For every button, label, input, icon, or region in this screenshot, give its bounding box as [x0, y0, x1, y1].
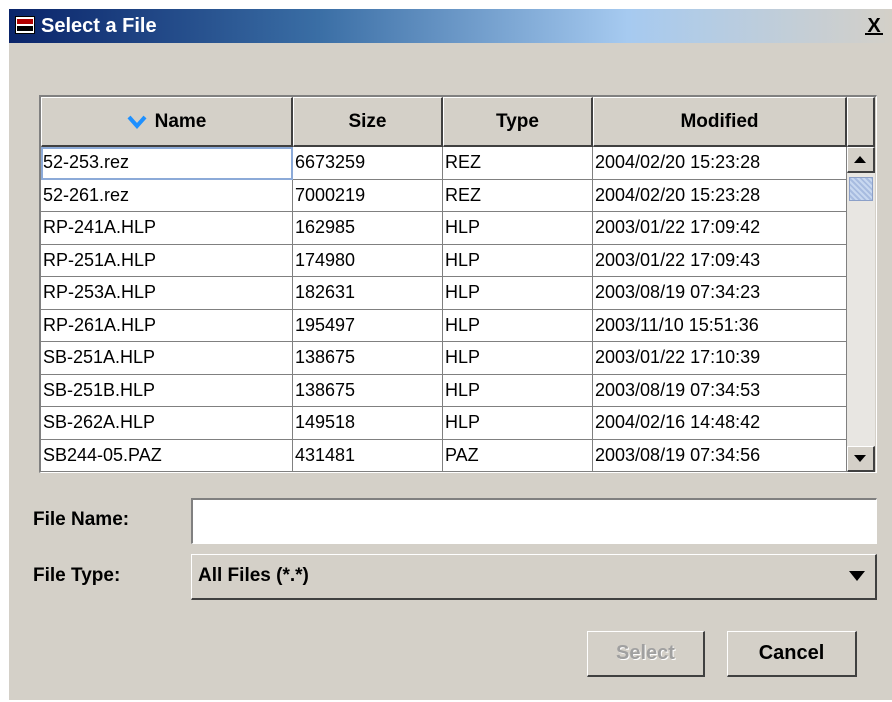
column-header-name[interactable]: Name [41, 97, 293, 147]
scroll-thumb[interactable] [849, 177, 873, 201]
cell-name: RP-253A.HLP [41, 277, 293, 310]
cell-modified: 2004/02/16 14:48:42 [593, 407, 847, 440]
window-title: Select a File [41, 15, 157, 37]
cell-modified: 2003/01/22 17:09:42 [593, 212, 847, 245]
table-row[interactable]: 52-261.rez 7000219 REZ 2004/02/20 15:23:28 [41, 179, 847, 212]
cell-type: HLP [443, 277, 593, 310]
vertical-scrollbar[interactable] [847, 147, 875, 472]
cell-type: HLP [443, 309, 593, 342]
cell-type: HLP [443, 244, 593, 277]
cell-type: PAZ [443, 439, 593, 472]
table-row[interactable]: SB244-05.PAZ 431481 PAZ 2003/08/19 07:34:56 [41, 439, 847, 472]
arrow-down-icon [854, 455, 866, 462]
table-row[interactable]: SB-262A.HLP 149518 HLP 2004/02/16 14:48:42 [41, 407, 847, 440]
cell-name: SB-251B.HLP [41, 374, 293, 407]
scroll-track[interactable] [847, 173, 875, 446]
file-list: 52-253.rez 6673259 REZ 2004/02/20 15:23:28 5… [41, 147, 847, 472]
cell-size: 6673259 [293, 147, 443, 180]
column-header-type[interactable]: Type [443, 97, 593, 147]
close-button[interactable]: X [861, 15, 887, 37]
cell-size: 431481 [293, 439, 443, 472]
cell-name: RP-241A.HLP [41, 212, 293, 245]
column-header-modified[interactable]: Modified [593, 97, 847, 147]
scroll-up-button[interactable] [847, 147, 875, 173]
cell-type: HLP [443, 212, 593, 245]
cancel-button[interactable]: Cancel [727, 631, 857, 677]
cell-type: HLP [443, 374, 593, 407]
column-header-size[interactable]: Size [293, 97, 443, 147]
cell-size: 174980 [293, 244, 443, 277]
file-name-label: File Name: [33, 509, 130, 530]
app-icon [15, 16, 35, 34]
column-size-label: Size [348, 111, 387, 132]
cell-size: 7000219 [293, 179, 443, 212]
header-corner [847, 97, 875, 147]
table-row[interactable]: SB-251A.HLP 138675 HLP 2003/01/22 17:10:39 [41, 342, 847, 375]
select-button[interactable]: Select [587, 631, 705, 677]
file-name-input[interactable] [191, 498, 877, 544]
cell-modified: 2004/02/20 15:23:28 [593, 179, 847, 212]
file-type-label: File Type: [33, 565, 121, 586]
cell-type: REZ [443, 147, 593, 180]
cell-modified: 2003/08/19 07:34:53 [593, 374, 847, 407]
table-row[interactable]: RP-241A.HLP 162985 HLP 2003/01/22 17:09:42 [41, 212, 847, 245]
cell-name: 52-261.rez [41, 179, 293, 212]
cell-modified: 2003/11/10 15:51:36 [593, 309, 847, 342]
file-type-select[interactable]: All Files (*.*) [191, 554, 877, 600]
cell-modified: 2003/08/19 07:34:23 [593, 277, 847, 310]
sort-descending-icon [127, 115, 147, 129]
cell-name: SB244-05.PAZ [41, 439, 293, 472]
table-row[interactable]: RP-251A.HLP 174980 HLP 2003/01/22 17:09:43 [41, 244, 847, 277]
column-type-label: Type [496, 111, 539, 132]
cell-modified: 2003/01/22 17:10:39 [593, 342, 847, 375]
arrow-up-icon [854, 156, 866, 163]
cell-modified: 2003/01/22 17:09:43 [593, 244, 847, 277]
cell-name: 52-253.rez [41, 147, 293, 180]
select-file-dialog: Select a File X Name Size Type Modified … [8, 8, 892, 700]
cell-type: HLP [443, 407, 593, 440]
cell-modified: 2003/08/19 07:34:56 [593, 439, 847, 472]
file-type-value: All Files (*.*) [198, 565, 309, 586]
cell-size: 162985 [293, 212, 443, 245]
file-table: Name Size Type Modified 52-253.rez 667325… [39, 95, 877, 473]
cell-name: RP-261A.HLP [41, 309, 293, 342]
table-row[interactable]: RP-253A.HLP 182631 HLP 2003/08/19 07:34:23 [41, 277, 847, 310]
title-bar[interactable]: Select a File X [9, 9, 892, 43]
scroll-down-button[interactable] [847, 446, 875, 472]
cell-type: REZ [443, 179, 593, 212]
cell-size: 182631 [293, 277, 443, 310]
table-row[interactable]: RP-261A.HLP 195497 HLP 2003/11/10 15:51:36 [41, 309, 847, 342]
cell-name: RP-251A.HLP [41, 244, 293, 277]
column-modified-label: Modified [680, 111, 759, 132]
cell-size: 138675 [293, 342, 443, 375]
table-row[interactable]: SB-251B.HLP 138675 HLP 2003/08/19 07:34:53 [41, 374, 847, 407]
table-row[interactable]: 52-253.rez 6673259 REZ 2004/02/20 15:23:28 [41, 147, 847, 180]
dropdown-arrow-icon [849, 571, 865, 581]
cell-size: 138675 [293, 374, 443, 407]
column-name-label: Name [154, 111, 207, 132]
cell-size: 149518 [293, 407, 443, 440]
cell-modified: 2004/02/20 15:23:28 [593, 147, 847, 180]
cell-type: HLP [443, 342, 593, 375]
cell-name: SB-262A.HLP [41, 407, 293, 440]
cell-size: 195497 [293, 309, 443, 342]
cell-name: SB-251A.HLP [41, 342, 293, 375]
